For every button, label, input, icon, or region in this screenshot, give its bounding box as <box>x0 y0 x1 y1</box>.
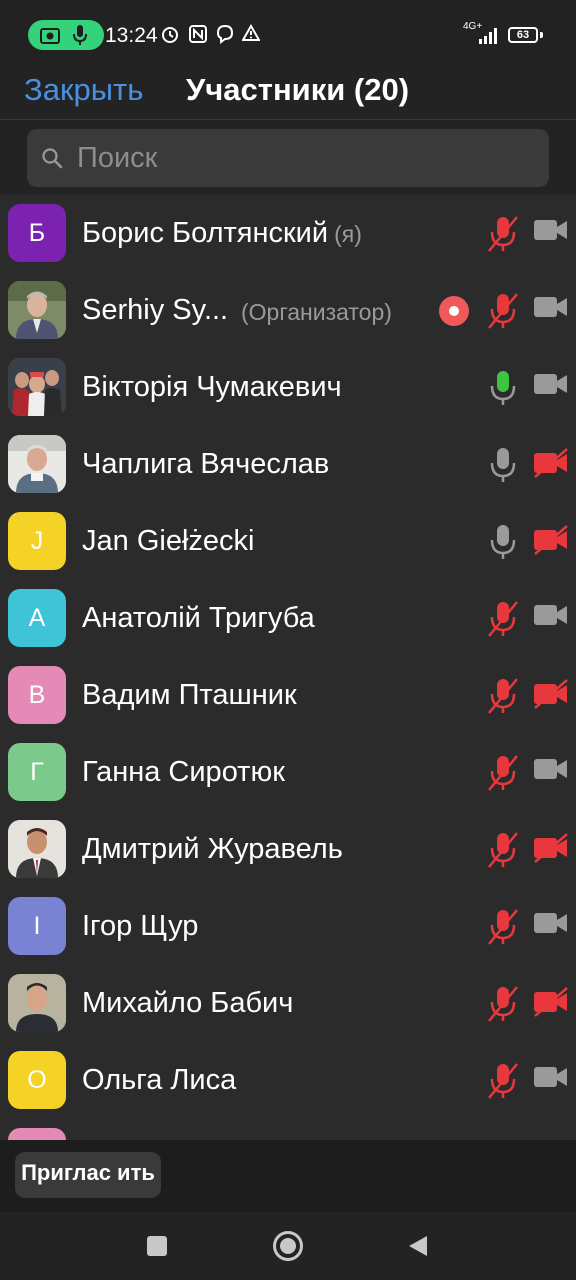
recording-indicator <box>28 20 104 50</box>
home-button[interactable] <box>273 1231 303 1261</box>
participant-name: Jan Giełżecki <box>82 525 255 557</box>
participant-row[interactable]: J Jan Giełżecki <box>0 503 576 580</box>
video-disabled-icon[interactable] <box>533 833 569 863</box>
video-off-icon[interactable] <box>533 217 569 243</box>
alarm-icon <box>162 27 178 43</box>
battery-tip <box>540 32 543 38</box>
header: Закрыть Участники (20) <box>0 66 576 120</box>
participant-row[interactable]: Вікторія Чумакевич <box>0 349 576 426</box>
video-disabled-icon[interactable] <box>533 448 569 478</box>
search-icon <box>42 148 63 169</box>
video-off-icon[interactable] <box>533 602 569 628</box>
participant-row[interactable]: В Вадим Пташник <box>0 657 576 734</box>
mic-icon <box>73 25 87 45</box>
participant-list[interactable]: Б Борис Болтянский (я) Serhiy Sy... (Орг… <box>0 195 576 1140</box>
participant-name: Serhiy Sy... <box>82 294 229 326</box>
video-disabled-icon[interactable] <box>533 525 569 555</box>
participant-row[interactable]: Михайло Бабич <box>0 965 576 1042</box>
avatar-photo <box>8 820 66 878</box>
close-button[interactable]: Закрыть <box>24 72 143 108</box>
mic-muted-icon[interactable] <box>485 907 521 947</box>
recents-button[interactable] <box>147 1236 167 1256</box>
video-off-icon[interactable] <box>533 756 569 782</box>
recording-icon <box>439 296 469 326</box>
nfc-icon <box>189 25 207 43</box>
participant-name-text: Борис Болтянский <box>82 217 329 249</box>
back-button[interactable] <box>407 1234 429 1258</box>
participant-row[interactable]: О Ольга Лиса <box>0 1042 576 1119</box>
invite-button[interactable]: Приглас ить <box>15 1152 161 1198</box>
avatar <box>8 820 66 878</box>
participant-role: (я) <box>334 221 362 247</box>
video-disabled-icon[interactable] <box>533 987 569 1017</box>
participant-row[interactable]: Г Ганна Сиротюк <box>0 734 576 811</box>
signal-icon <box>479 28 497 44</box>
system-nav-bar <box>0 1212 576 1280</box>
avatar: J <box>8 512 66 570</box>
participant-name: Ігор Щур <box>82 910 199 942</box>
video-disabled-icon[interactable] <box>533 679 569 709</box>
battery-icon: 63 <box>508 27 538 43</box>
avatar: А <box>8 589 66 647</box>
participant-row[interactable]: Дмитрий Журавель <box>0 811 576 888</box>
participant-name: Чаплига Вячеслав <box>82 448 330 480</box>
mic-muted-icon[interactable] <box>485 830 521 870</box>
participant-name: Ольга Лиса <box>82 1064 237 1096</box>
mic-active-icon[interactable] <box>485 368 521 408</box>
participant-row[interactable]: І Ігор Щур <box>0 888 576 965</box>
participant-row[interactable]: Serhiy Sy... (Организатор) <box>0 272 576 349</box>
avatar-photo <box>8 358 66 416</box>
mic-icon[interactable] <box>485 522 521 562</box>
video-off-icon[interactable] <box>533 910 569 936</box>
video-off-icon[interactable] <box>533 1064 569 1090</box>
footer: Приглас ить <box>0 1140 576 1212</box>
avatar <box>8 358 66 416</box>
avatar: О <box>8 1051 66 1109</box>
participant-name: Анатолій Тригуба <box>82 602 315 634</box>
avatar: Г <box>8 743 66 801</box>
participant-row[interactable]: А Анатолій Тригуба <box>0 580 576 657</box>
participant-row[interactable] <box>0 1119 576 1140</box>
avatar-photo <box>8 281 66 339</box>
mic-muted-icon[interactable] <box>485 984 521 1024</box>
viber-icon <box>216 24 234 44</box>
search-input[interactable] <box>77 137 537 179</box>
avatar <box>8 1128 66 1140</box>
mic-muted-icon[interactable] <box>485 753 521 793</box>
participant-name: Борис Болтянский (я) <box>82 217 362 250</box>
participant-name: Вадим Пташник <box>82 679 297 711</box>
participant-name: Михайло Бабич <box>82 987 294 1019</box>
avatar-photo <box>8 974 66 1032</box>
avatar: Б <box>8 204 66 262</box>
mic-muted-icon[interactable] <box>485 214 521 254</box>
mic-muted-icon[interactable] <box>485 676 521 716</box>
video-off-icon[interactable] <box>533 294 569 320</box>
mic-icon[interactable] <box>485 445 521 485</box>
participant-role: (Организатор) <box>241 299 392 325</box>
search-box[interactable] <box>27 129 549 187</box>
avatar <box>8 281 66 339</box>
avatar-photo <box>8 435 66 493</box>
participant-name: Ганна Сиротюк <box>82 756 285 788</box>
status-bar: 13:24 4G+ 63 <box>0 0 576 66</box>
video-off-icon[interactable] <box>533 371 569 397</box>
search-bar <box>0 121 576 195</box>
participant-name: Вікторія Чумакевич <box>82 371 342 403</box>
warning-icon <box>242 24 260 41</box>
participant-name: Дмитрий Журавель <box>82 833 343 865</box>
camera-icon <box>40 28 60 44</box>
clock: 13:24 <box>105 24 158 47</box>
avatar <box>8 435 66 493</box>
avatar: В <box>8 666 66 724</box>
participant-row[interactable]: Чаплига Вячеслав <box>0 426 576 503</box>
mic-muted-icon[interactable] <box>485 1061 521 1101</box>
mic-muted-icon[interactable] <box>485 599 521 639</box>
avatar: І <box>8 897 66 955</box>
mic-muted-icon[interactable] <box>485 291 521 331</box>
page-title: Участники (20) <box>186 72 410 107</box>
avatar <box>8 974 66 1032</box>
participant-row[interactable]: Б Борис Болтянский (я) <box>0 195 576 272</box>
